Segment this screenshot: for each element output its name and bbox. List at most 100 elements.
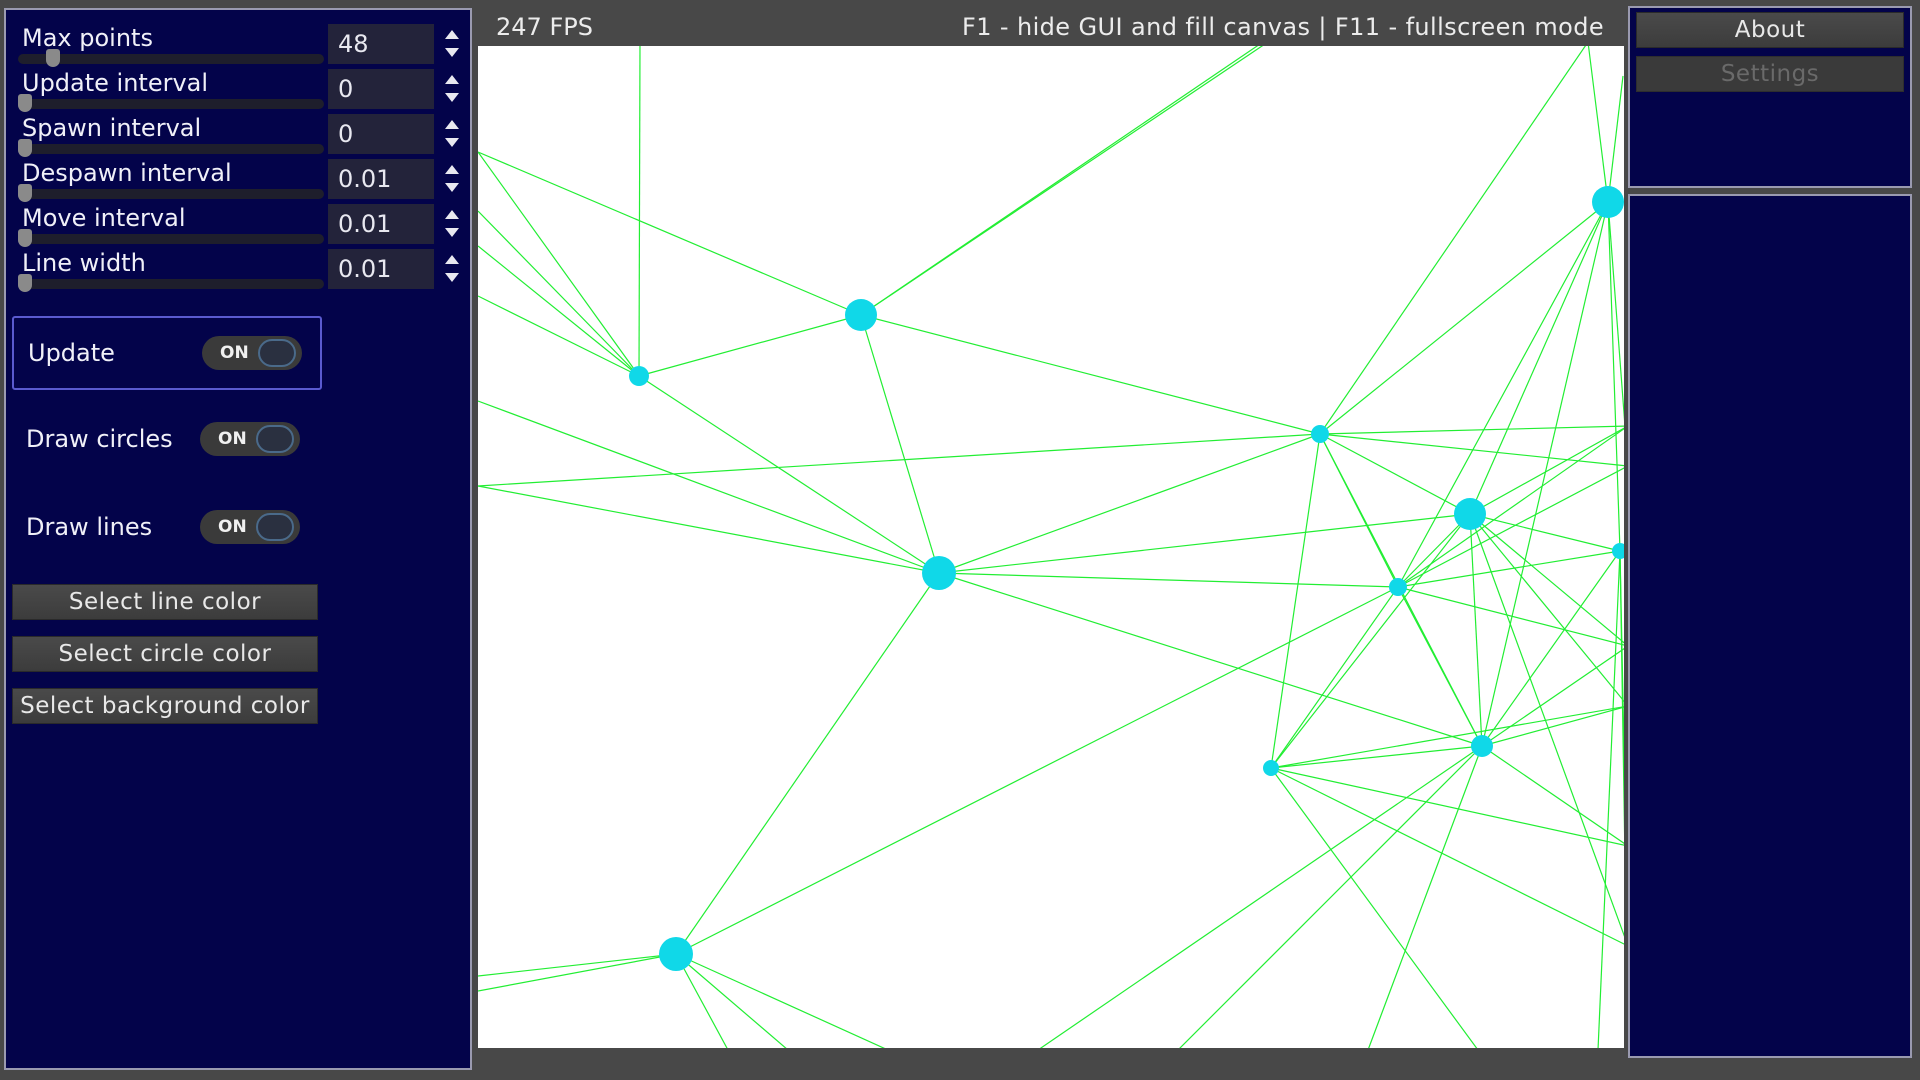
network-line	[1607, 201, 1621, 552]
network-line	[1397, 586, 1483, 747]
network-line	[1270, 767, 1624, 945]
network-node	[1471, 735, 1493, 757]
move-interval-slider-handle[interactable]	[18, 229, 32, 247]
despawn-interval-slider[interactable]	[18, 184, 324, 202]
network-line	[1481, 550, 1621, 747]
move-interval-label: Move interval	[22, 204, 186, 232]
network-line	[638, 314, 862, 377]
arrow-up-icon[interactable]	[445, 120, 459, 129]
network-line	[1469, 201, 1609, 515]
draw-lines-toggle-state: ON	[218, 517, 247, 537]
update-interval-control: Update interval 0	[12, 69, 472, 113]
network-line	[1270, 706, 1624, 769]
network-line	[1481, 745, 1624, 844]
arrow-up-icon[interactable]	[445, 75, 459, 84]
spawn-interval-slider-handle[interactable]	[18, 139, 32, 157]
select-line-color-button[interactable]: Select line color	[12, 584, 318, 620]
spawn-interval-control: Spawn interval 0	[12, 114, 472, 158]
line-width-slider[interactable]	[18, 274, 324, 292]
canvas-bottom-strip	[478, 1048, 1624, 1080]
about-button[interactable]: About	[1636, 12, 1904, 48]
max-points-slider-handle[interactable]	[46, 49, 60, 67]
network-line	[1319, 201, 1609, 435]
despawn-interval-control: Despawn interval 0.01	[12, 159, 472, 203]
network-line	[1270, 586, 1399, 769]
network-node	[1592, 186, 1624, 218]
drawing-canvas[interactable]	[478, 46, 1624, 1048]
network-line	[478, 485, 940, 574]
network-node	[1263, 760, 1279, 776]
keyboard-hint: F1 - hide GUI and fill canvas | F11 - fu…	[962, 13, 1605, 41]
arrow-down-icon[interactable]	[445, 183, 459, 192]
move-interval-input[interactable]: 0.01	[328, 204, 434, 244]
right-menu-panel: About Settings	[1628, 6, 1912, 188]
arrow-down-icon[interactable]	[445, 138, 459, 147]
network-line	[675, 953, 787, 1048]
network-graphic	[478, 46, 1624, 1048]
arrow-down-icon[interactable]	[445, 93, 459, 102]
network-node	[629, 366, 649, 386]
despawn-interval-spinner[interactable]	[442, 163, 462, 197]
line-width-control: Line width 0.01	[12, 249, 472, 293]
line-width-input[interactable]: 0.01	[328, 249, 434, 289]
arrow-up-icon[interactable]	[445, 30, 459, 39]
network-line	[1270, 433, 1321, 769]
update-toggle-switch[interactable]: ON	[202, 336, 302, 370]
line-width-slider-handle[interactable]	[18, 274, 32, 292]
spawn-interval-slider[interactable]	[18, 139, 324, 157]
select-background-color-button[interactable]: Select background color	[12, 688, 318, 724]
move-interval-slider[interactable]	[18, 229, 324, 247]
despawn-interval-input[interactable]: 0.01	[328, 159, 434, 199]
max-points-slider[interactable]	[18, 49, 324, 67]
arrow-up-icon[interactable]	[445, 255, 459, 264]
line-width-spinner[interactable]	[442, 253, 462, 287]
max-points-spinner[interactable]	[442, 28, 462, 62]
draw-lines-toggle-row: Draw lines ON	[12, 492, 322, 566]
network-line	[1607, 75, 1624, 203]
right-content-panel	[1628, 194, 1912, 1058]
update-interval-spinner[interactable]	[442, 73, 462, 107]
network-node	[1389, 578, 1407, 596]
network-line	[638, 46, 641, 377]
network-line	[860, 314, 1321, 435]
network-line	[1039, 745, 1483, 1048]
update-interval-slider[interactable]	[18, 94, 324, 112]
spawn-interval-spinner[interactable]	[442, 118, 462, 152]
network-line	[938, 572, 1483, 747]
network-line	[860, 46, 1264, 316]
network-line	[675, 953, 886, 1048]
network-line	[1319, 425, 1624, 435]
update-interval-input[interactable]: 0	[328, 69, 434, 109]
network-line	[675, 586, 1399, 955]
network-line	[1179, 745, 1483, 1048]
update-toggle-state: ON	[220, 343, 249, 363]
arrow-down-icon[interactable]	[445, 48, 459, 57]
arrow-down-icon[interactable]	[445, 228, 459, 237]
network-line	[1319, 433, 1471, 515]
network-line	[1469, 427, 1624, 515]
network-line	[1587, 46, 1609, 203]
network-line	[1397, 428, 1624, 588]
max-points-control: Max points 48	[12, 24, 472, 68]
select-circle-color-button[interactable]: Select circle color	[12, 636, 318, 672]
network-node	[659, 937, 693, 971]
move-interval-spinner[interactable]	[442, 208, 462, 242]
despawn-interval-slider-handle[interactable]	[18, 184, 32, 202]
arrow-down-icon[interactable]	[445, 273, 459, 282]
draw-circles-toggle-switch[interactable]: ON	[200, 422, 300, 456]
network-line	[938, 572, 1399, 588]
network-line	[1397, 201, 1609, 588]
update-interval-slider-handle[interactable]	[18, 94, 32, 112]
network-line	[1469, 513, 1624, 644]
settings-panel: Max points 48 Update interval 0 Spawn in…	[4, 8, 472, 1070]
spawn-interval-input[interactable]: 0	[328, 114, 434, 154]
network-line	[478, 245, 640, 377]
max-points-input[interactable]: 48	[328, 24, 434, 64]
draw-circles-toggle-row: Draw circles ON	[12, 404, 322, 478]
draw-lines-toggle-switch[interactable]: ON	[200, 510, 300, 544]
network-line	[675, 572, 940, 955]
arrow-up-icon[interactable]	[445, 210, 459, 219]
arrow-up-icon[interactable]	[445, 165, 459, 174]
network-line	[478, 151, 640, 377]
network-line	[638, 375, 940, 574]
